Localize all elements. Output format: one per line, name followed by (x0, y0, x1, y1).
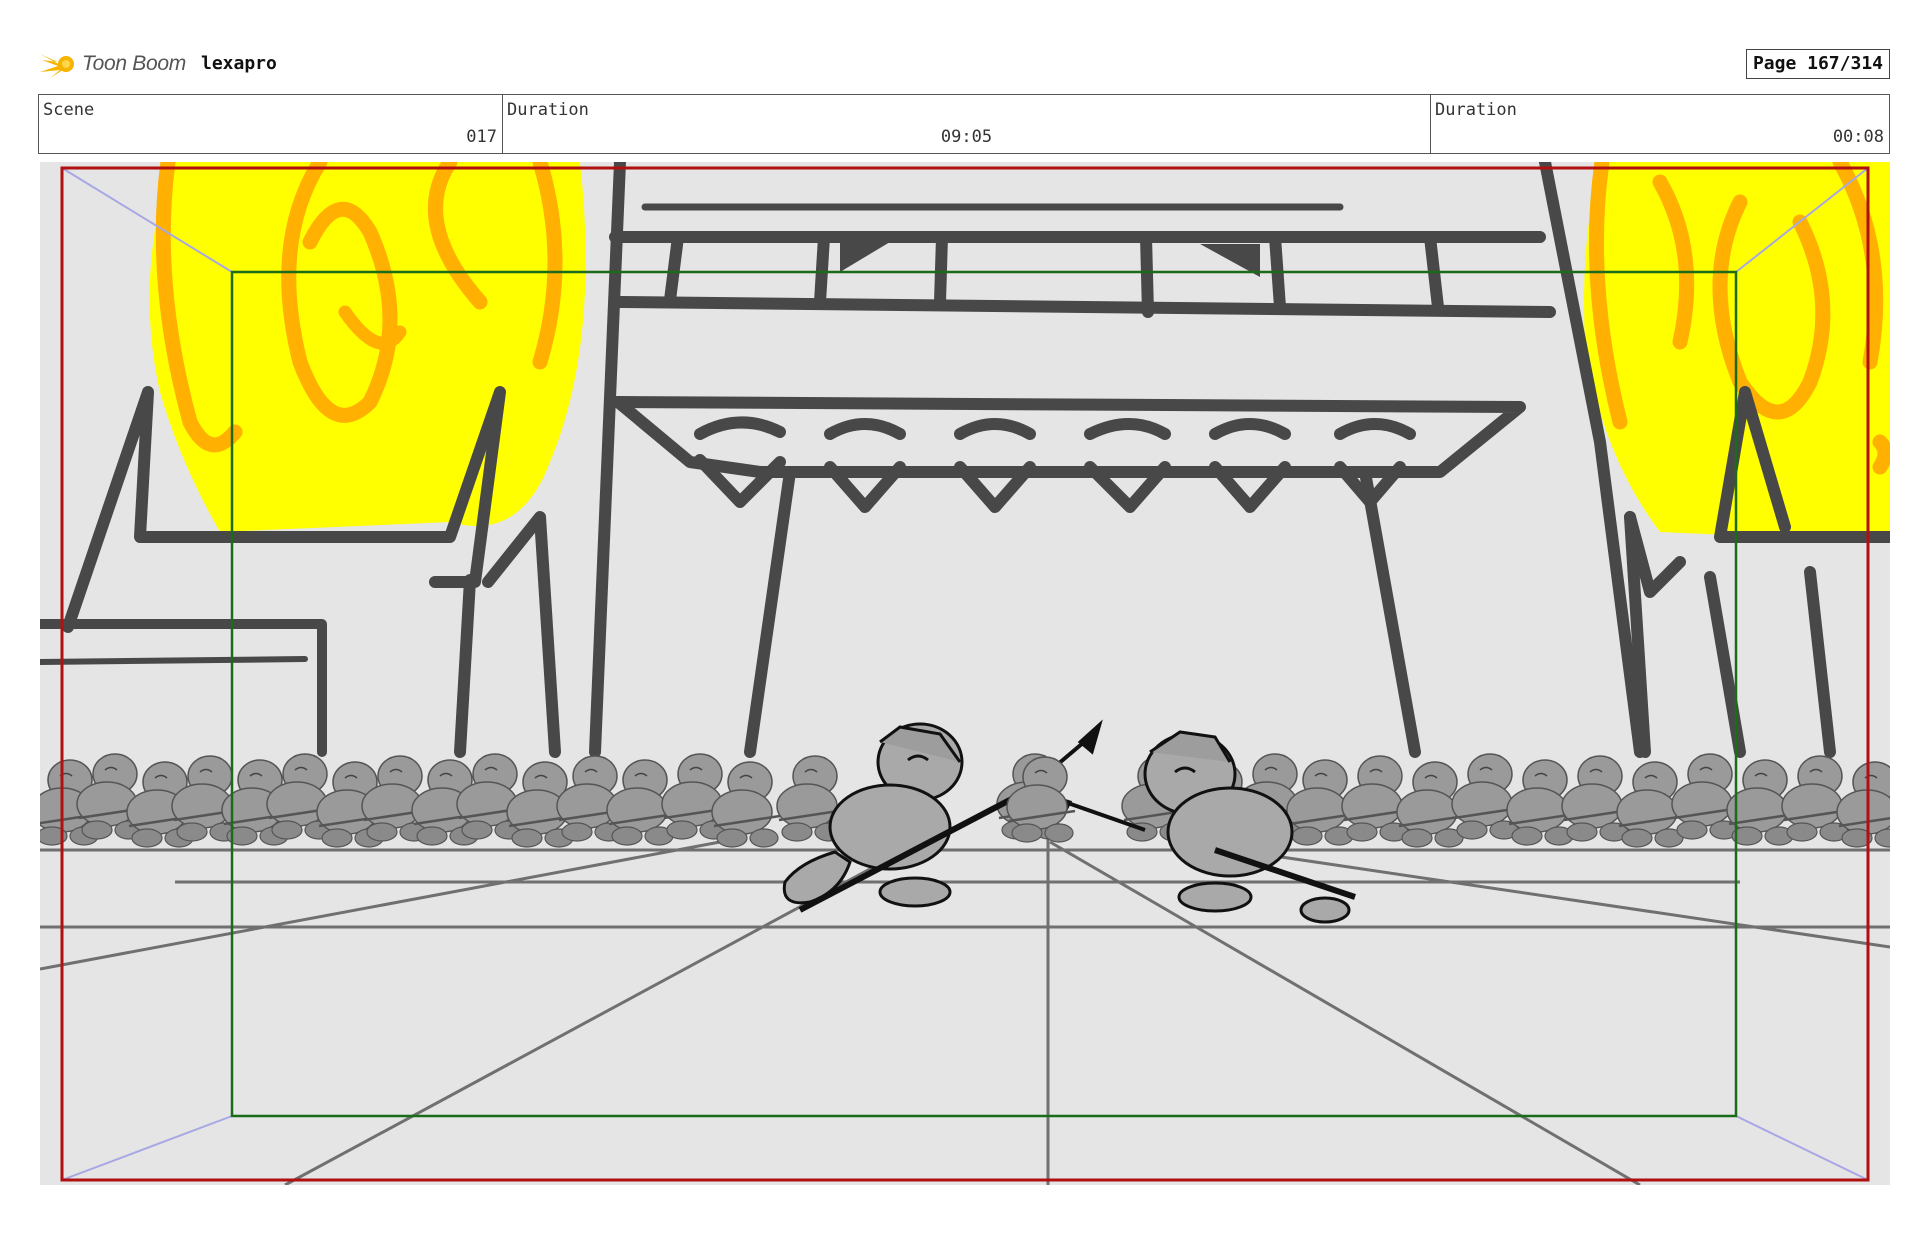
scene-label: Scene (43, 100, 95, 120)
brand-name: Toon Boom (82, 52, 186, 75)
brand-logo: Toon Boom (38, 46, 186, 82)
scene-duration-value: 09:05 (940, 127, 993, 147)
project-name: lexapro (201, 53, 277, 74)
scene-value: 017 (466, 127, 497, 147)
storyboard-panel (40, 162, 1890, 1185)
scene-cell: Scene 017 (39, 95, 503, 153)
page-header: Toon Boom lexapro Page 167/314 (38, 44, 1890, 86)
scene-duration-cell: Duration 09:05 (503, 95, 1431, 153)
left-flame (149, 162, 586, 532)
panel-duration-value: 00:08 (1832, 127, 1884, 147)
scene-info-row: Scene 017 Duration 09:05 Duration 00:08 (38, 94, 1890, 154)
page-counter: Page 167/314 (1745, 49, 1890, 79)
scene-duration-label: Duration (507, 100, 589, 120)
panel-duration-label: Duration (1435, 100, 1517, 120)
panel-duration-cell: Duration 00:08 (1431, 95, 1889, 153)
toon-boom-comet-icon (40, 54, 74, 78)
panel-drawing (40, 162, 1890, 1185)
